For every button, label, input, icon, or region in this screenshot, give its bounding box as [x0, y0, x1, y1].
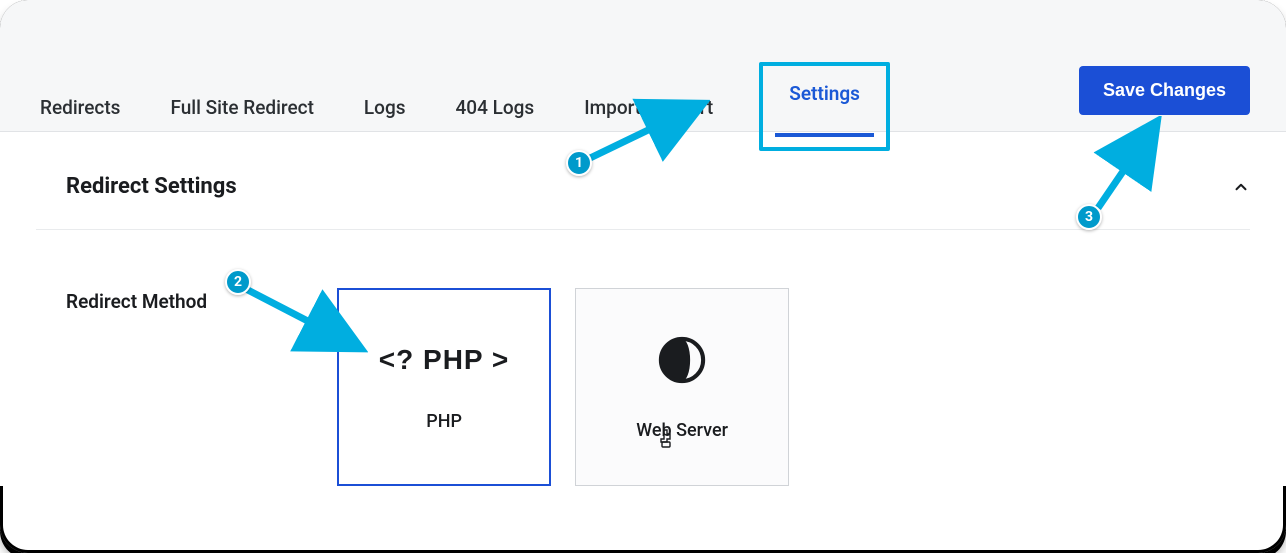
method-tile-web-server[interactable]: Web Server: [575, 288, 789, 486]
method-tiles: <? PHP > PHP Web Server: [337, 288, 789, 486]
annotation-highlight-settings: Settings: [759, 62, 890, 151]
svg-text:<? PHP >: <? PHP >: [379, 344, 509, 375]
tab-404-logs[interactable]: 404 Logs: [452, 90, 539, 151]
redirect-method-row: Redirect Method <? PHP > PHP: [36, 230, 1250, 486]
tab-redirects[interactable]: Redirects: [36, 90, 124, 151]
annotation-arrow-2: [238, 280, 368, 360]
php-code-icon: <? PHP >: [369, 343, 519, 377]
method-tile-php[interactable]: <? PHP > PHP: [337, 288, 551, 486]
annotation-arrow-3: [1086, 116, 1186, 218]
method-tile-php-label: PHP: [426, 411, 462, 432]
chevron-up-icon: [1232, 178, 1250, 196]
annotation-arrow-1: [580, 94, 710, 170]
tab-list: Redirects Full Site Redirect Logs 404 Lo…: [36, 72, 890, 169]
save-changes-button[interactable]: Save Changes: [1079, 66, 1250, 115]
tab-full-site-redirect[interactable]: Full Site Redirect: [166, 90, 317, 151]
redirect-method-label: Redirect Method: [66, 290, 207, 313]
cursor-icon: [656, 428, 676, 455]
tab-settings[interactable]: Settings: [785, 76, 864, 137]
tab-logs[interactable]: Logs: [360, 90, 410, 151]
globe-icon: [656, 334, 708, 386]
annotation-callout-3: 3: [1076, 204, 1102, 230]
method-tile-web-server-label: Web Server: [636, 420, 728, 441]
annotation-callout-2: 2: [225, 269, 251, 295]
annotation-callout-1: 1: [566, 150, 592, 176]
panel-title: Redirect Settings: [66, 174, 237, 199]
